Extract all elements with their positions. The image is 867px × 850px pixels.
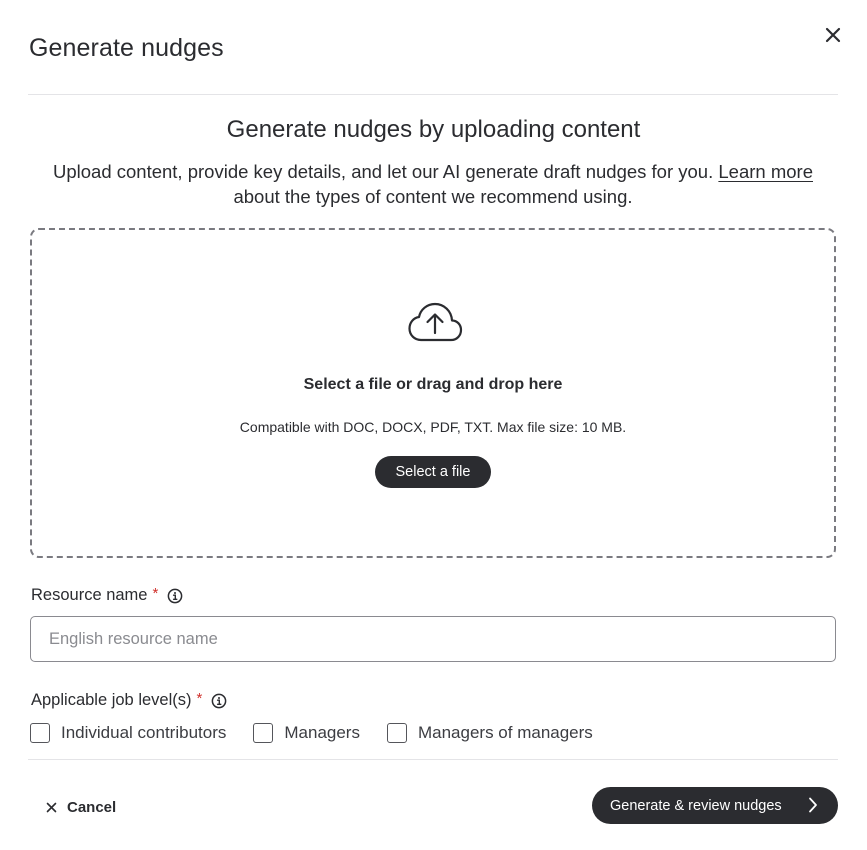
section-heading: Generate nudges by uploading content xyxy=(226,116,641,143)
info-icon[interactable] xyxy=(167,588,183,604)
resource-name-label-text: Resource name xyxy=(31,586,148,604)
info-icon[interactable] xyxy=(211,693,227,709)
generate-review-nudges-button[interactable]: Generate & review nudges xyxy=(592,787,838,824)
dropzone-title: Select a file or drag and drop here xyxy=(303,376,563,393)
close-button[interactable] xyxy=(820,22,846,48)
section-description: Upload content, provide key details, and… xyxy=(20,159,846,209)
cloud-upload-icon xyxy=(408,302,463,342)
close-icon xyxy=(825,27,841,43)
checkbox-label: Managers of managers xyxy=(417,723,593,742)
job-levels-label-text: Applicable job level(s) xyxy=(31,691,192,709)
required-asterisk: * xyxy=(196,690,203,707)
required-asterisk: * xyxy=(152,585,159,602)
learn-more-link[interactable]: Learn more xyxy=(718,161,813,182)
dropzone-hint: Compatible with DOC, DOCX, PDF, TXT. Max… xyxy=(239,419,627,435)
checkbox-managers-of-managers[interactable]: Managers of managers xyxy=(386,723,593,743)
checkbox[interactable] xyxy=(30,723,50,743)
checkbox-individual-contributors[interactable]: Individual contributors xyxy=(30,723,226,743)
checkbox[interactable] xyxy=(386,723,407,743)
dialog-title: Generate nudges xyxy=(29,34,224,62)
cancel-button-label: Cancel xyxy=(67,798,117,816)
checkbox-managers[interactable]: Managers xyxy=(253,723,360,743)
job-levels-checkbox-group: Individual contributors Managers Manager… xyxy=(30,723,620,743)
footer-divider xyxy=(28,759,838,760)
primary-button-label: Generate & review nudges xyxy=(610,797,782,814)
close-icon xyxy=(46,802,57,813)
checkbox-label: Individual contributors xyxy=(61,723,227,742)
chevron-right-icon xyxy=(808,797,818,813)
file-dropzone[interactable]: Select a file or drag and drop here Comp… xyxy=(30,228,836,558)
resource-name-label: Resource name * xyxy=(31,585,183,605)
resource-name-input[interactable] xyxy=(30,616,836,662)
cancel-button[interactable]: Cancel xyxy=(46,795,116,819)
description-text: Upload content, provide key details, and… xyxy=(52,161,719,182)
generate-nudges-dialog: Generate nudges Generate nudges by uploa… xyxy=(0,0,867,850)
checkbox-label: Managers xyxy=(284,723,360,742)
header-divider xyxy=(28,94,838,95)
job-levels-label: Applicable job level(s) * xyxy=(31,690,227,710)
select-file-button[interactable]: Select a file xyxy=(375,456,491,488)
description-text-continued: about the types of content we recommend … xyxy=(233,186,633,207)
checkbox[interactable] xyxy=(253,723,274,743)
